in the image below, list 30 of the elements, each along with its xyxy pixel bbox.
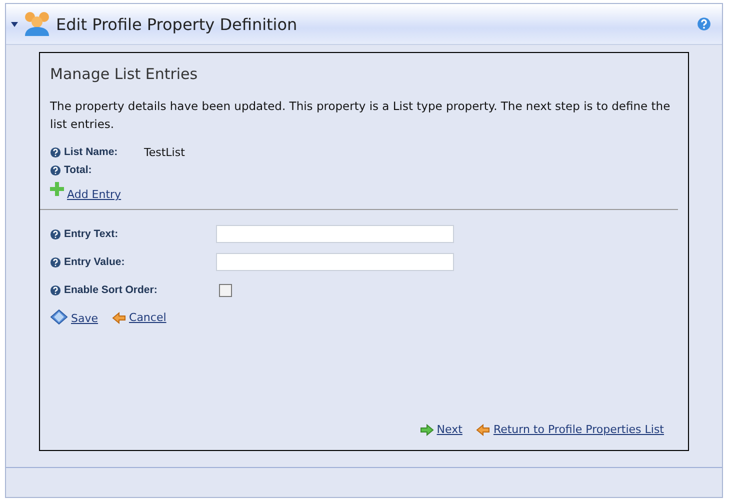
checkbox[interactable] (219, 284, 232, 296)
caret-icon[interactable] (11, 22, 18, 26)
field-label: List Name: (64, 146, 119, 158)
help-icon[interactable] (50, 284, 61, 296)
section-title: Manage List Entries (50, 65, 199, 83)
field-label: Entry Text: (64, 228, 120, 240)
cancel-link[interactable]: Cancel (129, 310, 166, 324)
field-value: TestList (144, 146, 185, 158)
add-entry-link[interactable]: Add Entry (67, 188, 122, 201)
plus-icon (50, 182, 64, 196)
field-label: Enable Sort Order: (64, 284, 158, 296)
input-field[interactable] (216, 225, 454, 243)
field-label: Entry Value: (64, 256, 126, 268)
users-icon (22, 10, 52, 38)
help-icon[interactable] (50, 256, 61, 268)
input-field[interactable] (216, 253, 454, 271)
return-link[interactable]: Return to Profile Properties List (493, 423, 664, 436)
field-label: Total: (64, 164, 93, 176)
arrow-left-icon (112, 312, 126, 324)
help-icon[interactable] (50, 164, 61, 176)
arrow-right-icon (420, 424, 434, 436)
message-text: The property details have been updated. This property is a List type property. The next step is to define the list entries. (50, 98, 672, 133)
window-title: Edit Profile Property Definition (56, 14, 298, 34)
help-icon[interactable] (697, 17, 711, 31)
arrow-left-icon (476, 424, 490, 436)
next-link[interactable]: Next (436, 423, 462, 436)
diskette-icon (50, 309, 68, 325)
help-icon[interactable] (50, 146, 61, 158)
help-icon[interactable] (50, 228, 61, 240)
save-link[interactable]: Save (71, 312, 98, 325)
